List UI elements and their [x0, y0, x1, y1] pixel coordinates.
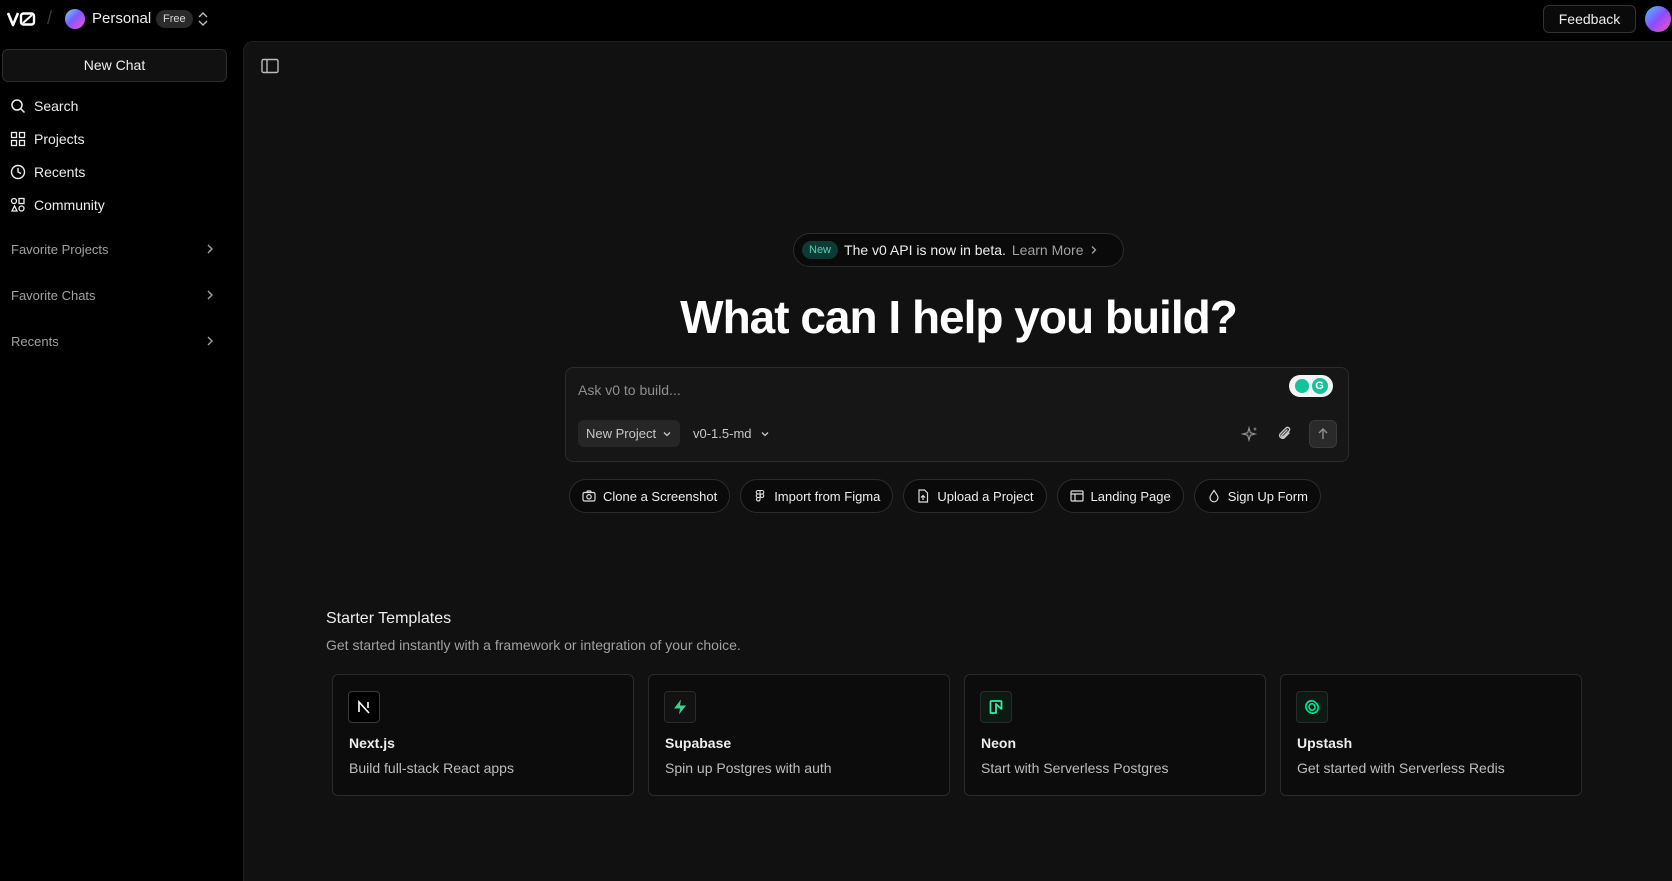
card-title: Supabase [665, 735, 732, 751]
file-upload-icon [916, 489, 930, 503]
chevron-right-icon [1089, 245, 1099, 255]
sidebar-item-search[interactable]: Search [10, 94, 230, 118]
card-title: Neon [981, 735, 1016, 751]
community-icon [10, 197, 26, 213]
feedback-button[interactable]: Feedback [1543, 5, 1636, 33]
chevron-down-icon [662, 429, 672, 439]
template-card-supabase[interactable]: Supabase Spin up Postgres with auth [648, 674, 950, 796]
attach-icon[interactable] [1276, 425, 1294, 443]
sidebar-item-label: Search [34, 98, 79, 114]
section-favorite-chats[interactable]: Favorite Chats [11, 284, 216, 306]
template-card-upstash[interactable]: Upstash Get started with Serverless Redi… [1280, 674, 1582, 796]
search-icon [10, 98, 26, 114]
starter-templates-title: Starter Templates [326, 610, 452, 627]
user-avatar[interactable] [1645, 6, 1671, 32]
chip-label: Sign Up Form [1227, 488, 1308, 504]
announcement-message: The v0 API is now in beta. [844, 242, 1006, 258]
workspace-name[interactable]: Personal [92, 10, 151, 27]
section-label: Favorite Projects [11, 241, 109, 257]
chevron-right-icon [204, 243, 216, 255]
chip-label: Landing Page [1090, 488, 1171, 504]
new-chat-button[interactable]: New Chat [2, 49, 227, 82]
project-select[interactable]: New Project [578, 420, 681, 447]
announcement-banner[interactable]: New The v0 API is now in beta. Learn Mor… [793, 233, 1124, 267]
model-select-label: v0-1.5-md [693, 426, 752, 441]
chevron-down-icon [760, 429, 770, 439]
upstash-icon [1296, 691, 1328, 723]
sidebar-item-label: Projects [34, 131, 85, 147]
suggestion-upload-project[interactable]: Upload a Project [903, 479, 1047, 513]
clock-icon [10, 164, 26, 180]
project-select-label: New Project [586, 426, 657, 441]
chip-label: Import from Figma [774, 488, 881, 504]
breadcrumb-separator: / [47, 8, 53, 28]
grammarly-widget[interactable]: G [1289, 375, 1333, 397]
neon-icon [980, 691, 1012, 723]
sidebar-toggle-icon[interactable] [261, 58, 279, 74]
send-button[interactable] [1309, 420, 1337, 448]
sidebar-item-recents[interactable]: Recents [10, 160, 230, 184]
grammarly-icon: G [1311, 378, 1328, 394]
camera-icon [582, 489, 596, 503]
suggestion-landing-page[interactable]: Landing Page [1056, 479, 1184, 513]
chip-label: Clone a Screenshot [603, 488, 718, 504]
figma-icon [753, 489, 767, 503]
page-title: What can I help you build? [680, 291, 1238, 343]
suggestion-chips: Clone a Screenshot Import from Figma Upl… [569, 479, 1321, 513]
arrow-up-icon [1316, 427, 1330, 441]
card-description: Start with Serverless Postgres [981, 760, 1169, 776]
section-favorite-projects[interactable]: Favorite Projects [11, 238, 216, 260]
droplet-icon [1207, 489, 1221, 503]
layout-icon [1069, 489, 1084, 503]
top-bar: / Personal Free Feedback [0, 0, 1672, 38]
prompt-input[interactable]: Ask v0 to build... [578, 382, 681, 398]
chevron-right-icon [204, 335, 216, 347]
sidebar-item-projects[interactable]: Projects [10, 127, 230, 151]
prompt-composer[interactable]: Ask v0 to build... G New Project v0-1.5-… [565, 367, 1349, 462]
section-label: Favorite Chats [11, 287, 96, 303]
learn-more-link[interactable]: Learn More [1012, 242, 1084, 258]
chip-label: Upload a Project [937, 488, 1034, 504]
v0-logo-icon[interactable] [7, 11, 37, 27]
card-description: Get started with Serverless Redis [1297, 760, 1505, 776]
template-card-neon[interactable]: Neon Start with Serverless Postgres [964, 674, 1266, 796]
plan-badge: Free [156, 10, 193, 28]
nextjs-icon [348, 691, 380, 723]
grid-icon [10, 131, 26, 147]
suggestion-clone-screenshot[interactable]: Clone a Screenshot [569, 479, 731, 513]
section-recents[interactable]: Recents [11, 330, 216, 352]
starter-template-cards: Next.js Build full-stack React apps Supa… [332, 674, 1582, 796]
starter-templates-subtitle: Get started instantly with a framework o… [326, 637, 741, 653]
model-select[interactable]: v0-1.5-md [693, 420, 770, 447]
card-description: Spin up Postgres with auth [665, 760, 832, 776]
sidebar-item-label: Community [34, 197, 105, 213]
card-title: Next.js [349, 735, 395, 751]
section-label: Recents [11, 333, 59, 349]
chevron-right-icon [204, 289, 216, 301]
template-card-nextjs[interactable]: Next.js Build full-stack React apps [332, 674, 634, 796]
sidebar-item-community[interactable]: Community [10, 193, 230, 217]
card-description: Build full-stack React apps [349, 760, 514, 776]
new-badge: New [802, 241, 839, 259]
card-title: Upstash [1297, 735, 1353, 751]
supabase-icon [664, 691, 696, 723]
grammarly-assist-icon [1294, 379, 1309, 393]
workspace-avatar[interactable] [65, 9, 85, 29]
sidebar: New Chat Search Projects Recents Communi… [0, 38, 243, 881]
suggestion-import-figma[interactable]: Import from Figma [740, 479, 894, 513]
suggestion-sign-up-form[interactable]: Sign Up Form [1193, 479, 1321, 513]
enhance-prompt-icon[interactable] [1241, 425, 1259, 443]
workspace-switcher-icon[interactable] [196, 11, 210, 27]
main-panel: New The v0 API is now in beta. Learn Mor… [243, 41, 1672, 881]
sidebar-item-label: Recents [34, 164, 86, 180]
